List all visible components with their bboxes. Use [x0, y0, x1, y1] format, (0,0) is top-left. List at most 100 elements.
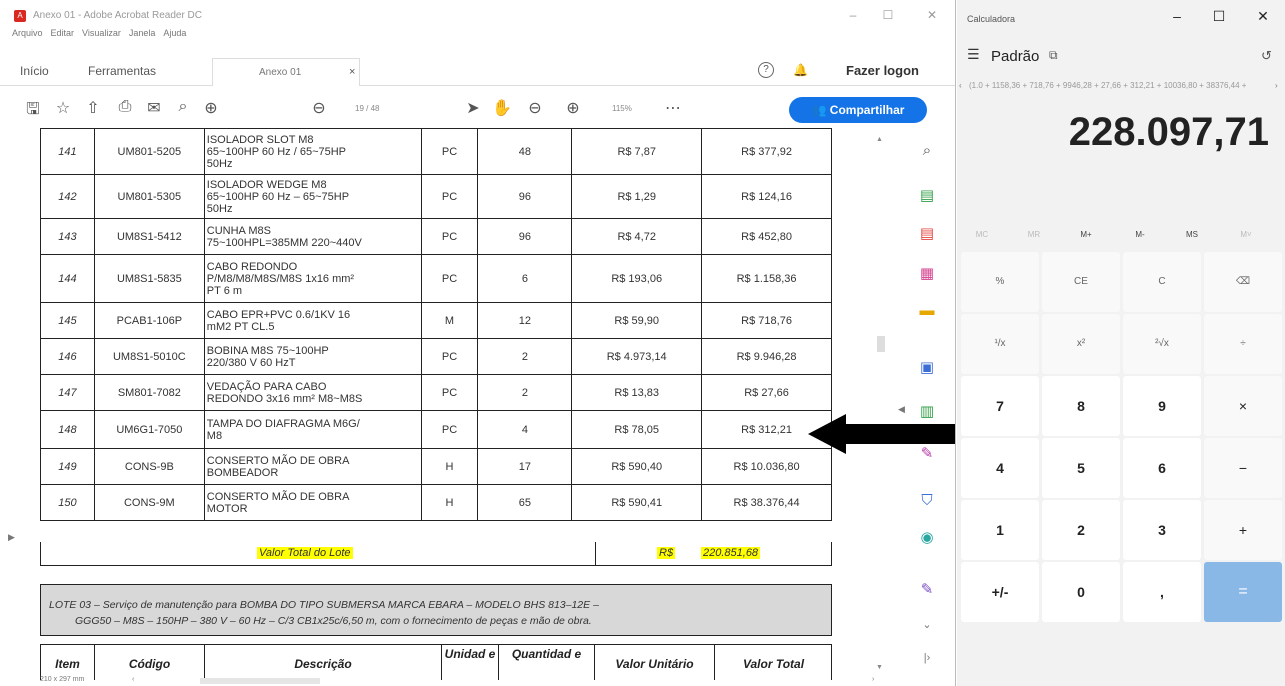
memory-list-button[interactable]: M˅	[1231, 230, 1261, 239]
mail-icon[interactable]: ✉	[143, 98, 165, 118]
memory-clear-button[interactable]: MC	[967, 230, 997, 239]
export-pdf-icon[interactable]: ▤	[916, 186, 938, 208]
key-digit-4-button[interactable]: 4	[961, 438, 1039, 498]
edit-pdf-icon[interactable]: ▥	[916, 402, 938, 424]
menu-janela[interactable]: Janela	[129, 28, 156, 38]
key-digit-2-button[interactable]: 2	[1042, 500, 1120, 560]
item-code: PCAB1-106P	[93, 302, 205, 339]
tab-ferramentas[interactable]: Ferramentas	[88, 64, 156, 78]
more-tools-icon[interactable]: ⌄	[916, 618, 938, 640]
pointer-icon[interactable]: ➤	[462, 98, 484, 118]
description-line: 75~100HPL=385MM 220~440V	[206, 236, 362, 249]
star-icon[interactable]: ☆	[52, 98, 74, 118]
upload-icon[interactable]: ⇧	[82, 98, 104, 118]
sign-icon[interactable]: ✎	[916, 580, 938, 602]
memory-add-button[interactable]: M+	[1071, 230, 1101, 239]
bell-icon[interactable]: 🔔	[793, 63, 808, 77]
expression-scroll-right-icon[interactable]: ›	[1275, 81, 1278, 90]
key-clear-entry-button[interactable]: CE	[1042, 252, 1120, 312]
maximize-icon[interactable]: ☐	[878, 8, 898, 22]
save-icon[interactable]: 🖫	[22, 98, 44, 125]
login-button[interactable]: Fazer logon	[846, 63, 919, 78]
key-decimal-button[interactable]: ,	[1123, 562, 1201, 622]
page-up-icon[interactable]: ⊕	[200, 98, 222, 118]
panel-expand-icon[interactable]: |›	[916, 652, 938, 674]
key-multiply-button[interactable]: ×	[1204, 376, 1282, 436]
items-table: 141 UM801-5205 ISOLADOR SLOT M8 65~100HP 60…	[40, 128, 832, 521]
print-icon[interactable]: ⎙	[114, 98, 136, 116]
zoom-level[interactable]: 115%	[612, 104, 632, 113]
key-digit-7-button[interactable]: 7	[961, 376, 1039, 436]
tab-document[interactable]: Anexo 01 ×	[212, 58, 360, 86]
send-track-icon[interactable]: ◉	[916, 528, 938, 550]
menu-editar[interactable]: Editar	[51, 28, 75, 38]
scroll-thumb[interactable]	[877, 336, 885, 352]
key-subtract-button[interactable]: −	[1204, 438, 1282, 498]
tab-inicio[interactable]: Início	[20, 64, 49, 78]
header-item: Item	[41, 645, 95, 680]
zoom-in-icon[interactable]: ⊕	[562, 98, 584, 118]
key-digit-0-button[interactable]: 0	[1042, 562, 1120, 622]
vertical-scrollbar[interactable]	[874, 128, 886, 680]
create-pdf-icon[interactable]: ▤	[916, 224, 938, 246]
key-reciprocal-button[interactable]: ¹/x	[961, 314, 1039, 374]
acrobat-titlebar: A Anexo 01 - Adobe Acrobat Reader DC – ☐…	[0, 0, 955, 28]
zoom-search-icon[interactable]: ⌕	[172, 98, 194, 116]
item-unit: PC	[420, 254, 479, 303]
key-equals-button[interactable]: =	[1204, 562, 1282, 622]
organize-pages-icon[interactable]: ▦	[916, 264, 938, 286]
key-digit-1-button[interactable]: 1	[961, 500, 1039, 560]
share-button[interactable]: 👥 Compartilhar	[789, 97, 927, 123]
key-square-button[interactable]: x²	[1042, 314, 1120, 374]
protect-icon[interactable]: ⛉	[916, 492, 938, 514]
key-digit-8-button[interactable]: 8	[1042, 376, 1120, 436]
hand-icon[interactable]: ✋	[491, 98, 513, 118]
collapse-right-panel-icon[interactable]: ◀	[898, 404, 905, 415]
calc-minimize-icon[interactable]: –	[1165, 8, 1189, 24]
memory-store-button[interactable]: MS	[1177, 230, 1207, 239]
search-icon[interactable]: ⌕	[916, 142, 938, 164]
expression-scroll-left-icon[interactable]: ‹	[959, 81, 962, 90]
key-clear-button[interactable]: C	[1123, 252, 1201, 312]
menu-arquivo[interactable]: Arquivo	[12, 28, 43, 38]
horizontal-scroll-thumb[interactable]	[200, 678, 320, 684]
scroll-down-icon[interactable]: ▼	[876, 664, 883, 671]
key-digit-6-button[interactable]: 6	[1123, 438, 1201, 498]
key-digit-3-button[interactable]: 3	[1123, 500, 1201, 560]
fill-sign-icon[interactable]: ✎	[916, 444, 938, 466]
key-digit-5-button[interactable]: 5	[1042, 438, 1120, 498]
document-viewport[interactable]: ▶ 141 UM801-5205 ISOLADOR SLOT M8 65~100HP …	[0, 128, 886, 680]
tab-close-icon[interactable]: ×	[349, 66, 355, 78]
menu-ajuda[interactable]: Ajuda	[163, 28, 186, 38]
memory-subtract-button[interactable]: M-	[1125, 230, 1155, 239]
close-icon[interactable]: ✕	[922, 8, 942, 22]
key-digit-9-button[interactable]: 9	[1123, 376, 1201, 436]
zoom-out-icon[interactable]: ⊖	[524, 98, 546, 118]
calc-close-icon[interactable]: ✕	[1251, 8, 1275, 25]
key-percent-button[interactable]: %	[961, 252, 1039, 312]
calc-maximize-icon[interactable]: ☐	[1207, 8, 1231, 25]
comment-icon[interactable]: ▬	[916, 302, 938, 324]
memory-recall-button[interactable]: MR	[1019, 230, 1049, 239]
scroll-right-icon[interactable]: ›	[872, 676, 874, 683]
help-icon[interactable]: ?	[758, 62, 774, 78]
calculator-mode: Padrão	[991, 48, 1040, 65]
scroll-up-icon[interactable]: ▲	[876, 136, 883, 143]
left-panel-toggle-icon[interactable]: ▶	[8, 532, 15, 543]
menu-icon[interactable]: ☰	[967, 46, 980, 63]
key-negate-button[interactable]: +/-	[961, 562, 1039, 622]
key-square-root-button[interactable]: ²√x	[1123, 314, 1201, 374]
key-add-button[interactable]: +	[1204, 500, 1282, 560]
menu-visualizar[interactable]: Visualizar	[82, 28, 121, 38]
key-divide-button[interactable]: ÷	[1204, 314, 1282, 374]
history-icon[interactable]: ↺	[1261, 48, 1272, 64]
item-description: ISOLADOR SLOT M8 65~100HP 60 Hz / 65~75HP…	[203, 128, 422, 175]
combine-files-icon[interactable]: ▣	[916, 358, 938, 380]
page-down-icon[interactable]: ⊖	[308, 98, 330, 118]
key-backspace-button[interactable]: ⌫	[1204, 252, 1282, 312]
page-number[interactable]: 19 / 48	[355, 104, 379, 113]
scroll-left-icon[interactable]: ‹	[132, 676, 134, 683]
more-icon[interactable]: ⋯	[662, 98, 684, 118]
keep-on-top-icon[interactable]: ⧉	[1049, 48, 1058, 63]
minimize-icon[interactable]: –	[843, 8, 863, 22]
